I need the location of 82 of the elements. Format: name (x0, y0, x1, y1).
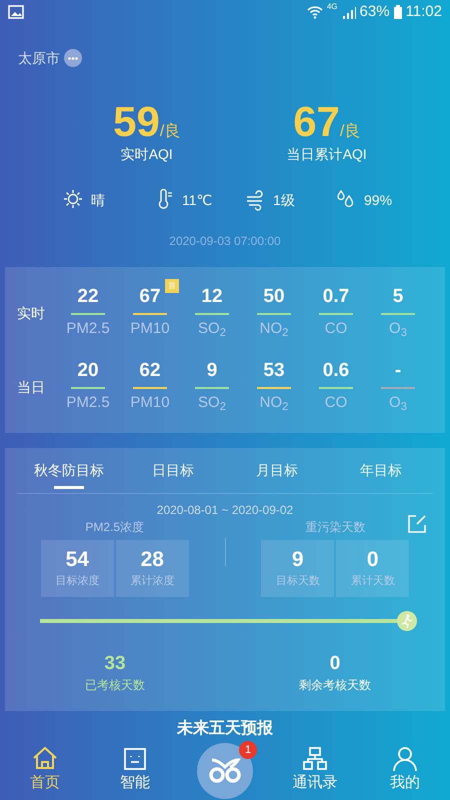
primary-pollutant-tag: 首 (165, 279, 179, 293)
weather-reading: 11℃ (182, 190, 212, 210)
tab[interactable]: 年目标 (329, 448, 433, 493)
pollutant-value: 5 (392, 285, 404, 309)
row-label: 当日 (16, 378, 46, 396)
aqi-label: 实时AQI (120, 145, 173, 164)
pollutant-name: O$_{3}$ (389, 393, 407, 415)
tile-value: 54 (66, 547, 89, 574)
more-icon (68, 56, 78, 60)
aqi-value: 59 (113, 100, 160, 144)
tile-label: 目标浓度 (55, 574, 100, 590)
stat-label: 剩余考核天数 (299, 677, 371, 694)
wifi-icon (306, 5, 323, 19)
section-heading: 未来五天预报 (177, 720, 273, 737)
pollutant-value: - (394, 359, 402, 383)
notification-count: 1 (239, 741, 257, 759)
person-icon (392, 746, 418, 772)
stat-value: 0 (330, 652, 340, 676)
pollutant-value: 53 (263, 359, 285, 383)
pollutant-name: O$_{3}$ (389, 319, 407, 341)
pollutant-value: 22 (77, 285, 99, 309)
home-icon (32, 746, 58, 772)
stat-label: 已考核天数 (85, 677, 145, 694)
nav-tab[interactable]: 首页 (0, 742, 90, 800)
pollutant-name: NO$_{2}$ (260, 319, 288, 341)
update-time: 2020-09-03 07:00:00 (168, 233, 282, 250)
more-button[interactable] (64, 49, 82, 67)
pollutant-name: PM10 (130, 319, 170, 339)
aqi-label: 当日累计AQI (286, 145, 367, 164)
tile-label: 累计天数 (350, 574, 395, 590)
pollutant-name: PM2.5 (66, 393, 110, 413)
gallery-icon (8, 5, 24, 19)
nav-tab[interactable]: 智能 (90, 742, 180, 800)
org-chart-icon (302, 746, 328, 772)
date-range: 2020-08-01 ~ 2020-09-02 (156, 502, 294, 518)
robot-face-icon (122, 746, 148, 772)
pollutant-name: PM10 (130, 393, 170, 413)
row-label: 实时 (16, 304, 46, 322)
stat-value: 33 (104, 652, 126, 676)
signal-icon (342, 6, 356, 18)
pollutant-value: 12 (201, 285, 223, 309)
pollutant-value: 67 (139, 285, 161, 309)
pollutant-value: 62 (139, 359, 161, 383)
pollutant-value: 20 (77, 359, 99, 383)
aqi-grade: /良 (160, 122, 180, 142)
city-name: 太原市 (18, 48, 60, 68)
pollutant-value: 0.7 (322, 285, 350, 309)
nav-tab[interactable]: 通讯录 (270, 742, 360, 800)
group-title: 重污染天数 (305, 519, 366, 536)
tile-label: 目标天数 (276, 574, 320, 590)
owl-icon (208, 758, 242, 784)
tile-value: 9 (292, 547, 304, 574)
battery-icon (394, 5, 402, 19)
pollutant-name: CO (324, 393, 348, 413)
network-label: 4G (326, 0, 338, 13)
pollutant-name: NO$_{2}$ (260, 393, 288, 415)
pollutant-name: PM2.5 (66, 319, 110, 339)
tile-value: 0 (366, 547, 379, 574)
aqi-grade: /良 (340, 122, 360, 142)
aqi-value: 67 (293, 100, 340, 144)
pollutant-value: 50 (263, 285, 285, 309)
battery-percent: 63% (360, 2, 390, 22)
sun-icon (63, 189, 83, 211)
weather-reading: 99% (364, 190, 392, 210)
tile-value: 28 (140, 547, 164, 574)
tab[interactable]: 秋冬防目标 (17, 448, 121, 493)
nav-tab[interactable]: 我的 (360, 742, 450, 800)
edit-icon[interactable] (407, 514, 427, 534)
tab[interactable]: 日目标 (121, 448, 225, 493)
tile-label: 累计浓度 (130, 574, 174, 590)
wind-icon (245, 189, 265, 211)
pollutant-value: 9 (206, 359, 218, 383)
weather-reading: 晴 (91, 190, 105, 210)
group-title: PM2.5浓度 (85, 519, 144, 536)
pollutant-value: 0.6 (322, 359, 350, 383)
pollutant-name: CO (324, 319, 348, 339)
runner-icon (401, 614, 413, 628)
weather-reading: 1级 (273, 190, 295, 210)
tab[interactable]: 月目标 (225, 448, 329, 493)
clock: 11:02 (406, 2, 442, 22)
pollutant-name: SO$_{2}$ (198, 319, 226, 341)
pollutant-name: SO$_{2}$ (198, 393, 226, 415)
